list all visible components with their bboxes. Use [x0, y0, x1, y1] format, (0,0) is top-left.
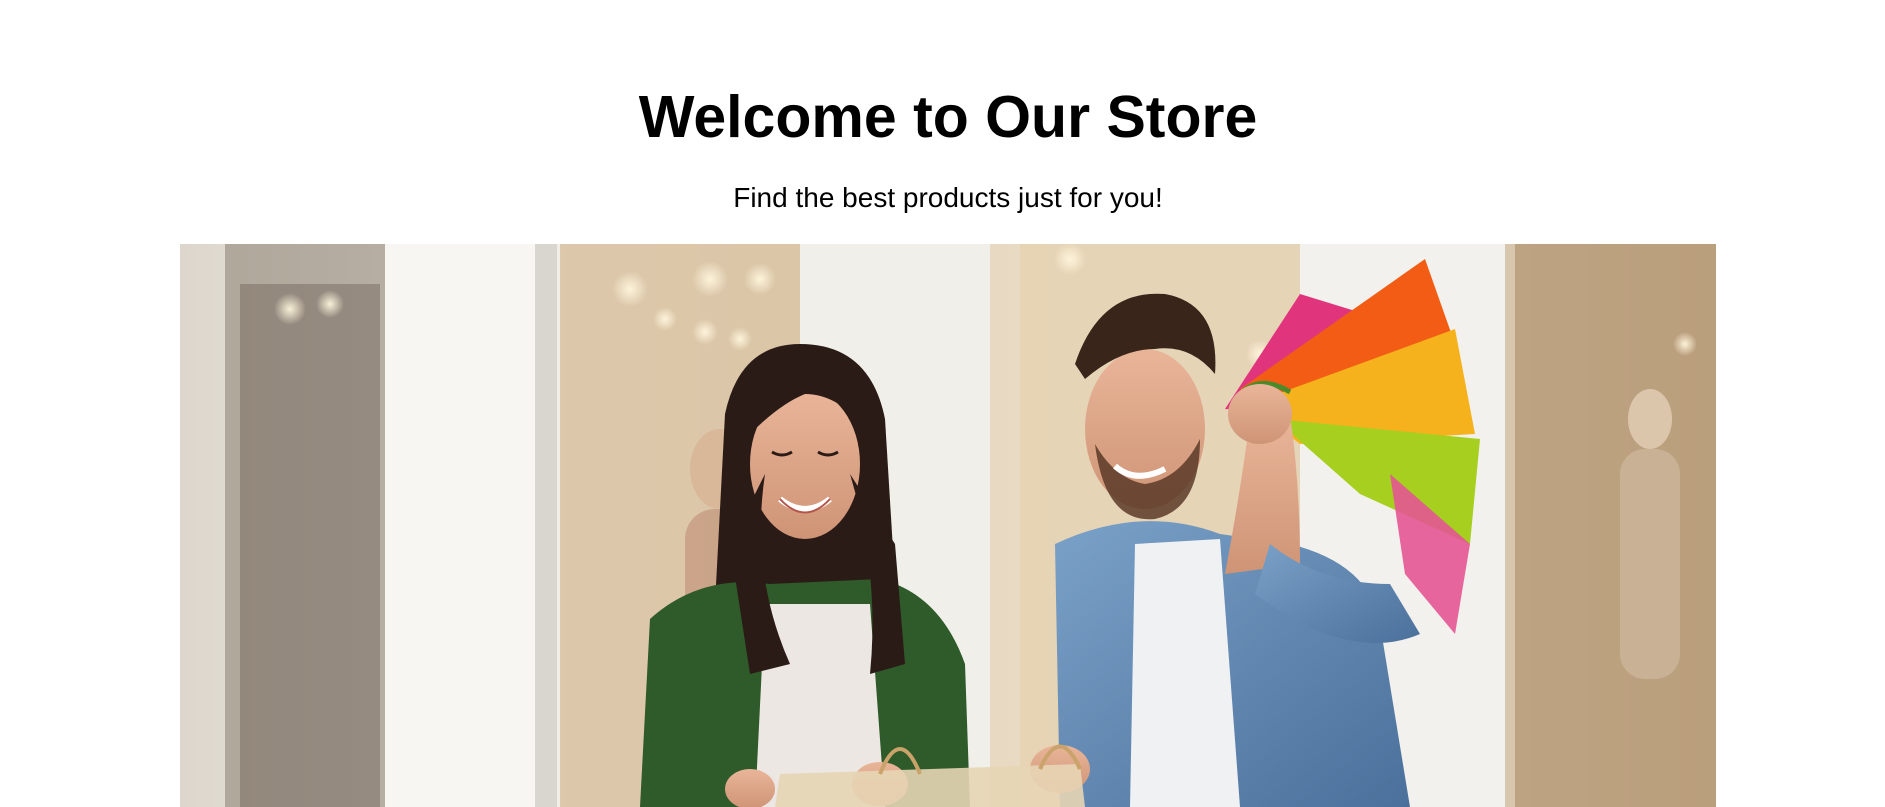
page-subtitle: Find the best products just for you!: [733, 182, 1163, 213]
page: Welcome to Our Store Find the best produ…: [0, 0, 1885, 807]
page-title: Welcome to Our Store: [638, 84, 1258, 150]
hero-illustration: [180, 244, 1716, 807]
hero-image: [180, 244, 1716, 807]
